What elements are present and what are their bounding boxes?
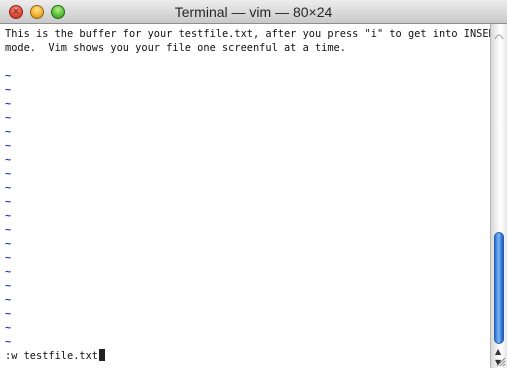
empty-line-marker: ~ bbox=[5, 84, 12, 96]
terminal-buffer[interactable]: This is the buffer for your testfile.txt… bbox=[0, 24, 490, 368]
empty-line-marker: ~ bbox=[5, 70, 12, 82]
empty-line-marker: ~ bbox=[5, 140, 12, 152]
empty-line-marker: ~ bbox=[5, 224, 12, 236]
empty-line-marker: ~ bbox=[5, 280, 12, 292]
empty-line-marker: ~ bbox=[5, 336, 12, 348]
buffer-line: This is the buffer for your testfile.txt… bbox=[5, 28, 490, 40]
empty-line-marker: ~ bbox=[5, 98, 12, 110]
empty-line-marker: ~ bbox=[5, 210, 12, 222]
title-bar: × Terminal — vim — 80×24 bbox=[0, 0, 507, 24]
scroll-track-cap-icon bbox=[494, 34, 504, 40]
empty-line-marker: ~ bbox=[5, 266, 12, 278]
window-title: Terminal — vim — 80×24 bbox=[174, 4, 333, 20]
empty-line-marker: ~ bbox=[5, 126, 12, 138]
empty-line-marker: ~ bbox=[5, 252, 12, 264]
command-text: :w testfile.txt bbox=[5, 350, 98, 362]
empty-line-marker: ~ bbox=[5, 154, 12, 166]
empty-line-marker: ~ bbox=[5, 168, 12, 180]
empty-line-marker: ~ bbox=[5, 196, 12, 208]
empty-line-marker: ~ bbox=[5, 112, 12, 124]
empty-line-marker: ~ bbox=[5, 182, 12, 194]
command-line[interactable]: :w testfile.txt bbox=[5, 349, 105, 363]
resize-grip-icon[interactable] bbox=[494, 355, 506, 367]
empty-line-marker: ~ bbox=[5, 308, 12, 320]
empty-line-marker: ~ bbox=[5, 238, 12, 250]
empty-line-marker: ~ bbox=[5, 322, 12, 334]
text-cursor bbox=[99, 349, 105, 361]
empty-line-marker: ~ bbox=[5, 294, 12, 306]
buffer-line: mode. Vim shows you your file one screen… bbox=[5, 42, 346, 54]
scroll-thumb[interactable] bbox=[494, 232, 504, 344]
vertical-scrollbar[interactable]: ▲ ▼ bbox=[490, 24, 507, 368]
